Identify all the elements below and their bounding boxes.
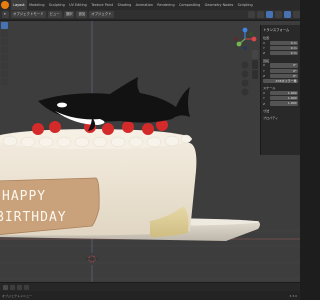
- play-icon[interactable]: [17, 284, 22, 290]
- tab-scripting[interactable]: Scripting: [235, 0, 254, 10]
- scale-x-field[interactable]: 1.000: [270, 91, 298, 96]
- location-label: 位置: [263, 36, 270, 40]
- jump-start-icon[interactable]: [10, 284, 15, 290]
- location-z-field[interactable]: 0 m: [270, 51, 298, 56]
- add-menu[interactable]: 追加: [76, 11, 88, 18]
- jump-end-icon[interactable]: [24, 284, 29, 290]
- tab-texture-paint[interactable]: Texture Paint: [89, 0, 115, 10]
- tab-animation[interactable]: Animation: [133, 0, 155, 10]
- mode-select[interactable]: オブジェクトモード: [11, 11, 46, 18]
- select-tool-icon[interactable]: [1, 22, 8, 29]
- panel-title-transform[interactable]: トランスフォーム: [261, 25, 300, 33]
- rotation-y-field[interactable]: 0°: [270, 68, 298, 73]
- tab-item[interactable]: [252, 50, 258, 59]
- tab-rendering[interactable]: Rendering: [155, 0, 177, 10]
- xray-icon[interactable]: [275, 11, 282, 18]
- scale-z-field[interactable]: 1.000: [270, 101, 298, 106]
- object-menu[interactable]: オブジェクト: [89, 11, 114, 18]
- cursor-tool-icon[interactable]: [1, 30, 8, 37]
- rotation-z-field[interactable]: 0°: [270, 73, 298, 78]
- viewport-header: ▾ オブジェクトモード ビュー 選択 追加 オブジェクト: [0, 10, 300, 20]
- tab-shading[interactable]: Shading: [115, 0, 133, 10]
- navigation-gizmo-icon[interactable]: [232, 26, 258, 52]
- location-y-field[interactable]: 0 m: [270, 45, 298, 51]
- snap-icon[interactable]: [248, 11, 255, 18]
- overlays-icon[interactable]: [266, 11, 273, 18]
- tab-layout[interactable]: Layout: [11, 0, 27, 10]
- solid-shading-icon[interactable]: [284, 11, 291, 18]
- scale-y-field[interactable]: 1.000: [270, 96, 298, 101]
- view-menu[interactable]: ビュー: [47, 11, 62, 18]
- dimensions-label[interactable]: 寸法: [263, 108, 298, 113]
- tab-modeling[interactable]: Modeling: [27, 0, 47, 10]
- birthday-plaque: HAPPY BIRTHDAY: [0, 177, 100, 235]
- tab-view[interactable]: [252, 70, 258, 79]
- measure-tool-icon[interactable]: [1, 78, 8, 85]
- tab-sculpting[interactable]: Sculpting: [47, 0, 67, 10]
- top-bar: Layout Modeling Sculpting UV Editing Tex…: [0, 0, 300, 10]
- rotation-x-field[interactable]: 0°: [270, 63, 298, 68]
- status-text: オブジェクトメニュー: [2, 293, 33, 298]
- material-shading-icon[interactable]: [293, 11, 300, 18]
- rotation-mode-select[interactable]: XYZオイラー角: [263, 78, 298, 84]
- blender-logo-icon[interactable]: [1, 1, 9, 9]
- scale-label: スケール: [263, 86, 276, 91]
- properties-label[interactable]: プロパティ: [263, 115, 298, 120]
- toolbar: [1, 22, 8, 85]
- transform-tool-icon[interactable]: [1, 62, 8, 69]
- plaque-line1: HAPPY: [2, 189, 46, 204]
- timeline-strip: [0, 282, 300, 291]
- tab-compositing[interactable]: Compositing: [177, 0, 203, 10]
- plaque-line2: BIRTHDAY: [0, 210, 67, 225]
- scale-tool-icon[interactable]: [1, 54, 8, 61]
- status-bar: オブジェクトメニュー 3.3.0: [0, 291, 300, 300]
- editor-type-button[interactable]: ▾: [2, 11, 9, 18]
- tab-uv-editing[interactable]: UV Editing: [67, 0, 89, 10]
- select-menu[interactable]: 選択: [63, 11, 75, 18]
- tab-tool[interactable]: [252, 60, 258, 69]
- playback-menu-icon[interactable]: [3, 284, 8, 290]
- version-label: 3.3.0: [289, 293, 297, 298]
- rotate-tool-icon[interactable]: [1, 46, 8, 53]
- n-panel: トランスフォーム 位置 X0 m Y0 m Z0 m 回転 X 0° Y 0° Z0…: [260, 25, 300, 155]
- tab-geometry-nodes[interactable]: Geometry Nodes: [202, 0, 235, 10]
- annotate-tool-icon[interactable]: [1, 70, 8, 77]
- move-tool-icon[interactable]: [1, 38, 8, 45]
- sidebar-tabs: [252, 50, 259, 79]
- rotation-label: 回転: [263, 58, 270, 63]
- location-x-field[interactable]: 0 m: [270, 40, 298, 45]
- proportional-edit-icon[interactable]: [257, 11, 264, 18]
